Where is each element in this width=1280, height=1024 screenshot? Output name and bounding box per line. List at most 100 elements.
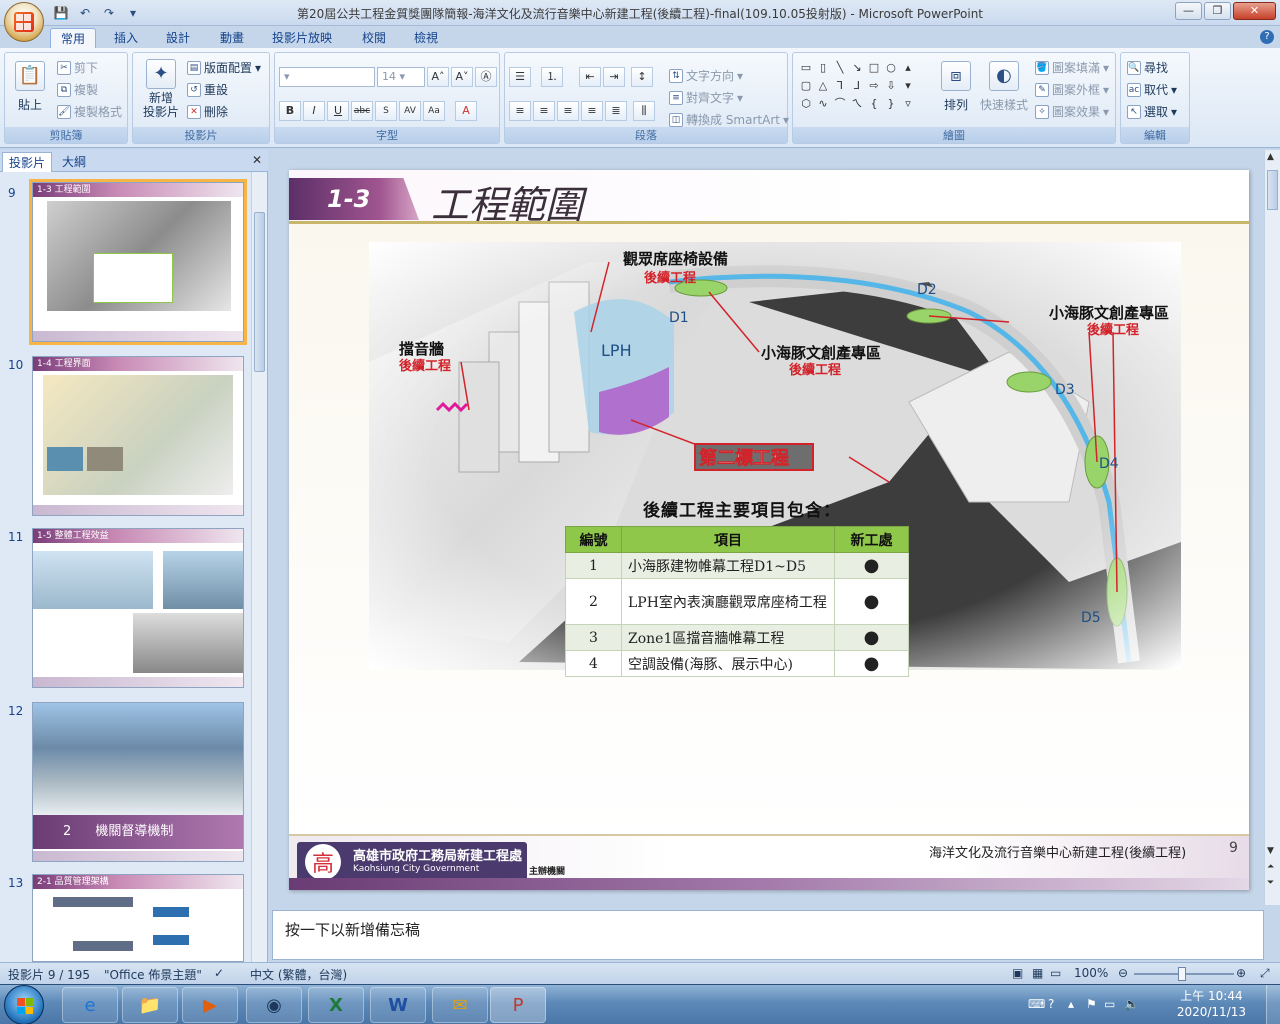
clear-format-button[interactable]: Ⓐ bbox=[475, 67, 497, 87]
strikethrough-button[interactable]: abc bbox=[351, 101, 373, 121]
right-arrow-shape-icon[interactable]: ⇨ bbox=[867, 79, 881, 93]
zoom-out-icon[interactable]: ⊖ bbox=[1118, 966, 1128, 980]
sorter-view-icon[interactable]: ▦ bbox=[1032, 966, 1043, 980]
excel-icon[interactable]: X bbox=[308, 987, 364, 1023]
replace-button[interactable]: ac 取代 ▾ bbox=[1127, 81, 1177, 98]
freeform-shape-icon[interactable]: ㄟ bbox=[850, 97, 864, 111]
oval-shape-icon[interactable]: ○ bbox=[884, 61, 898, 75]
text-direction-button[interactable]: ⇅ 文字方向 ▾ bbox=[669, 67, 743, 84]
ie-icon[interactable]: e bbox=[62, 987, 118, 1023]
layout-button[interactable]: ▤ 版面配置 ▾ bbox=[187, 59, 261, 76]
zoom-slider-thumb[interactable] bbox=[1178, 967, 1186, 981]
arrange-button[interactable]: ⧈ 排列 bbox=[939, 61, 973, 113]
follow-up-items-table[interactable]: 編號 項目 新工處 1 小海豚建物帷幕工程D1~D5 ● 2 LPH室內表演廳觀… bbox=[565, 526, 909, 677]
tray-expand-icon[interactable]: ▴ bbox=[1068, 997, 1074, 1011]
shrink-font-button[interactable]: A˅ bbox=[451, 67, 473, 87]
show-desktop-button[interactable] bbox=[1266, 985, 1280, 1024]
zoom-in-icon[interactable]: ⊕ bbox=[1236, 966, 1246, 980]
delete-slide-button[interactable]: ✕ 刪除 bbox=[187, 103, 228, 120]
slide-thumbnail-10[interactable]: 1-4 工程界面 bbox=[32, 356, 244, 516]
fit-slide-icon[interactable]: ⤢ bbox=[1260, 966, 1270, 981]
slideshow-view-icon[interactable]: ▭ bbox=[1050, 966, 1061, 980]
expand-shapes-icon[interactable]: ▿ bbox=[901, 97, 915, 111]
paste-button[interactable]: 📋 貼上 bbox=[13, 61, 47, 113]
maximize-button[interactable]: ❐ bbox=[1204, 2, 1231, 20]
items-subtitle[interactable]: 後續工程主要項目包含： bbox=[643, 496, 841, 521]
shapes-gallery[interactable]: ▭ ▯ ╲ ↘ □ ○ ▴ ▢ △ ⅂ ⅃ ⇨ ⇩ ▾ ⬡ ∿ ⌒ ㄟ{} ▿ bbox=[799, 61, 919, 111]
tab-insert[interactable]: 插入 bbox=[104, 28, 148, 48]
tab-design[interactable]: 設計 bbox=[156, 28, 200, 48]
minimize-button[interactable]: — bbox=[1175, 2, 1202, 20]
down-arrow-shape-icon[interactable]: ⇩ bbox=[884, 79, 898, 93]
increase-indent-button[interactable]: ⇥ bbox=[603, 67, 625, 87]
start-button[interactable] bbox=[4, 985, 44, 1024]
arrow-line-shape-icon[interactable]: ↘ bbox=[850, 61, 864, 75]
slide-thumbnail-11[interactable]: 1-5 整體工程效益 bbox=[32, 528, 244, 688]
close-icon[interactable]: ✕ bbox=[252, 153, 262, 167]
media-player-icon[interactable]: ▶ bbox=[182, 987, 238, 1023]
next-slide-icon[interactable]: ⏷ bbox=[1267, 878, 1274, 888]
close-button[interactable]: ✕ bbox=[1233, 2, 1276, 20]
editor-scrollbar[interactable]: ▲ ▼ ⏶ ⏷ bbox=[1264, 150, 1280, 905]
tab-review[interactable]: 校閱 bbox=[352, 28, 396, 48]
shape-fill-button[interactable]: 🪣 圖案填滿 ▾ bbox=[1035, 59, 1109, 76]
previous-slide-icon[interactable]: ⏶ bbox=[1267, 862, 1274, 872]
grow-font-button[interactable]: A˄ bbox=[427, 67, 449, 87]
office-button[interactable] bbox=[4, 2, 44, 42]
slide-canvas[interactable]: 1-3 工程範圍 觀眾席座椅設備 後續工程 擋音牆 後續工程 小海豚文創產專區 … bbox=[289, 170, 1249, 890]
scroll-shapes-icon[interactable]: ▾ bbox=[901, 79, 915, 93]
flag-icon[interactable]: ⚑ bbox=[1086, 997, 1097, 1011]
slide-thumbnail-9[interactable]: 1-3 工程範圍 bbox=[29, 179, 247, 345]
curve-shape-icon[interactable]: ∿ bbox=[816, 97, 830, 111]
elbow-shape-icon[interactable]: ⅂ bbox=[833, 79, 847, 93]
help-icon[interactable]: ? bbox=[1260, 30, 1274, 44]
smartart-button[interactable]: ◫ 轉換成 SmartArt ▾ bbox=[669, 111, 789, 128]
font-name-combo[interactable]: ▾ bbox=[279, 67, 375, 87]
file-explorer-icon[interactable]: 📁 bbox=[122, 987, 178, 1023]
scroll-down-icon[interactable]: ▼ bbox=[1267, 846, 1274, 856]
justify-button[interactable]: ≡ bbox=[581, 101, 603, 121]
triangle-shape-icon[interactable]: △ bbox=[816, 79, 830, 93]
zoom-level[interactable]: 100% bbox=[1074, 966, 1108, 980]
numbering-button[interactable]: ⒈ bbox=[541, 67, 563, 87]
brace-right-shape-icon[interactable]: } bbox=[884, 97, 898, 111]
slides-panel-scrollbar[interactable] bbox=[251, 172, 267, 962]
rect-shape-icon[interactable]: □ bbox=[867, 61, 881, 75]
shape-outline-button[interactable]: ✎ 圖案外框 ▾ bbox=[1035, 81, 1109, 98]
vtextbox-shape-icon[interactable]: ▯ bbox=[816, 61, 830, 75]
line-shape-icon[interactable]: ╲ bbox=[833, 61, 847, 75]
new-slide-button[interactable]: ✦ 新增 投影片 bbox=[139, 59, 183, 119]
spellcheck-icon[interactable]: ✓ bbox=[214, 966, 224, 980]
columns-button[interactable]: ⫼ bbox=[633, 101, 655, 121]
word-icon[interactable]: W bbox=[370, 987, 426, 1023]
tab-slides[interactable]: 投影片 bbox=[2, 152, 53, 172]
volume-icon[interactable]: 🔈 bbox=[1124, 997, 1139, 1011]
copy-button[interactable]: ⧉ 複製 bbox=[57, 81, 98, 98]
keyboard-icon[interactable]: ⌨ bbox=[1028, 997, 1045, 1011]
bullets-button[interactable]: ☰ bbox=[509, 67, 531, 87]
align-right-button[interactable]: ≡ bbox=[557, 101, 579, 121]
distribute-button[interactable]: ≣ bbox=[605, 101, 627, 121]
slide-thumbnail-13[interactable]: 2-1 品質管理架構 bbox=[32, 874, 244, 962]
shape-effects-button[interactable]: ✧ 圖案效果 ▾ bbox=[1035, 103, 1109, 120]
format-painter-button[interactable]: 🖌 複製格式 bbox=[57, 103, 122, 120]
align-text-button[interactable]: ≡ 對齊文字 ▾ bbox=[669, 89, 743, 106]
cut-button[interactable]: ✂ 剪下 bbox=[57, 59, 98, 76]
align-left-button[interactable]: ≡ bbox=[509, 101, 531, 121]
font-size-combo[interactable]: 14 ▾ bbox=[377, 67, 425, 87]
change-case-button[interactable]: Aa bbox=[423, 101, 445, 121]
powerpoint-icon[interactable]: P bbox=[490, 987, 546, 1023]
italic-button[interactable]: I bbox=[303, 101, 325, 121]
tab-view[interactable]: 檢視 bbox=[404, 28, 448, 48]
tab-slideshow[interactable]: 投影片放映 bbox=[262, 28, 342, 48]
notes-pane[interactable]: 按一下以新增備忘稿 bbox=[272, 910, 1264, 960]
font-color-button[interactable]: A bbox=[455, 101, 477, 121]
tab-outline[interactable]: 大綱 bbox=[56, 152, 92, 172]
more-shapes-icon[interactable]: ▴ bbox=[901, 61, 915, 75]
normal-view-icon[interactable]: ▣ bbox=[1012, 966, 1023, 980]
elbow2-shape-icon[interactable]: ⅃ bbox=[850, 79, 864, 93]
shadow-button[interactable]: S bbox=[375, 101, 397, 121]
language[interactable]: 中文 (繁體，台灣) bbox=[250, 966, 347, 983]
tab-animations[interactable]: 動畫 bbox=[210, 28, 254, 48]
reset-button[interactable]: ↺ 重設 bbox=[187, 81, 228, 98]
